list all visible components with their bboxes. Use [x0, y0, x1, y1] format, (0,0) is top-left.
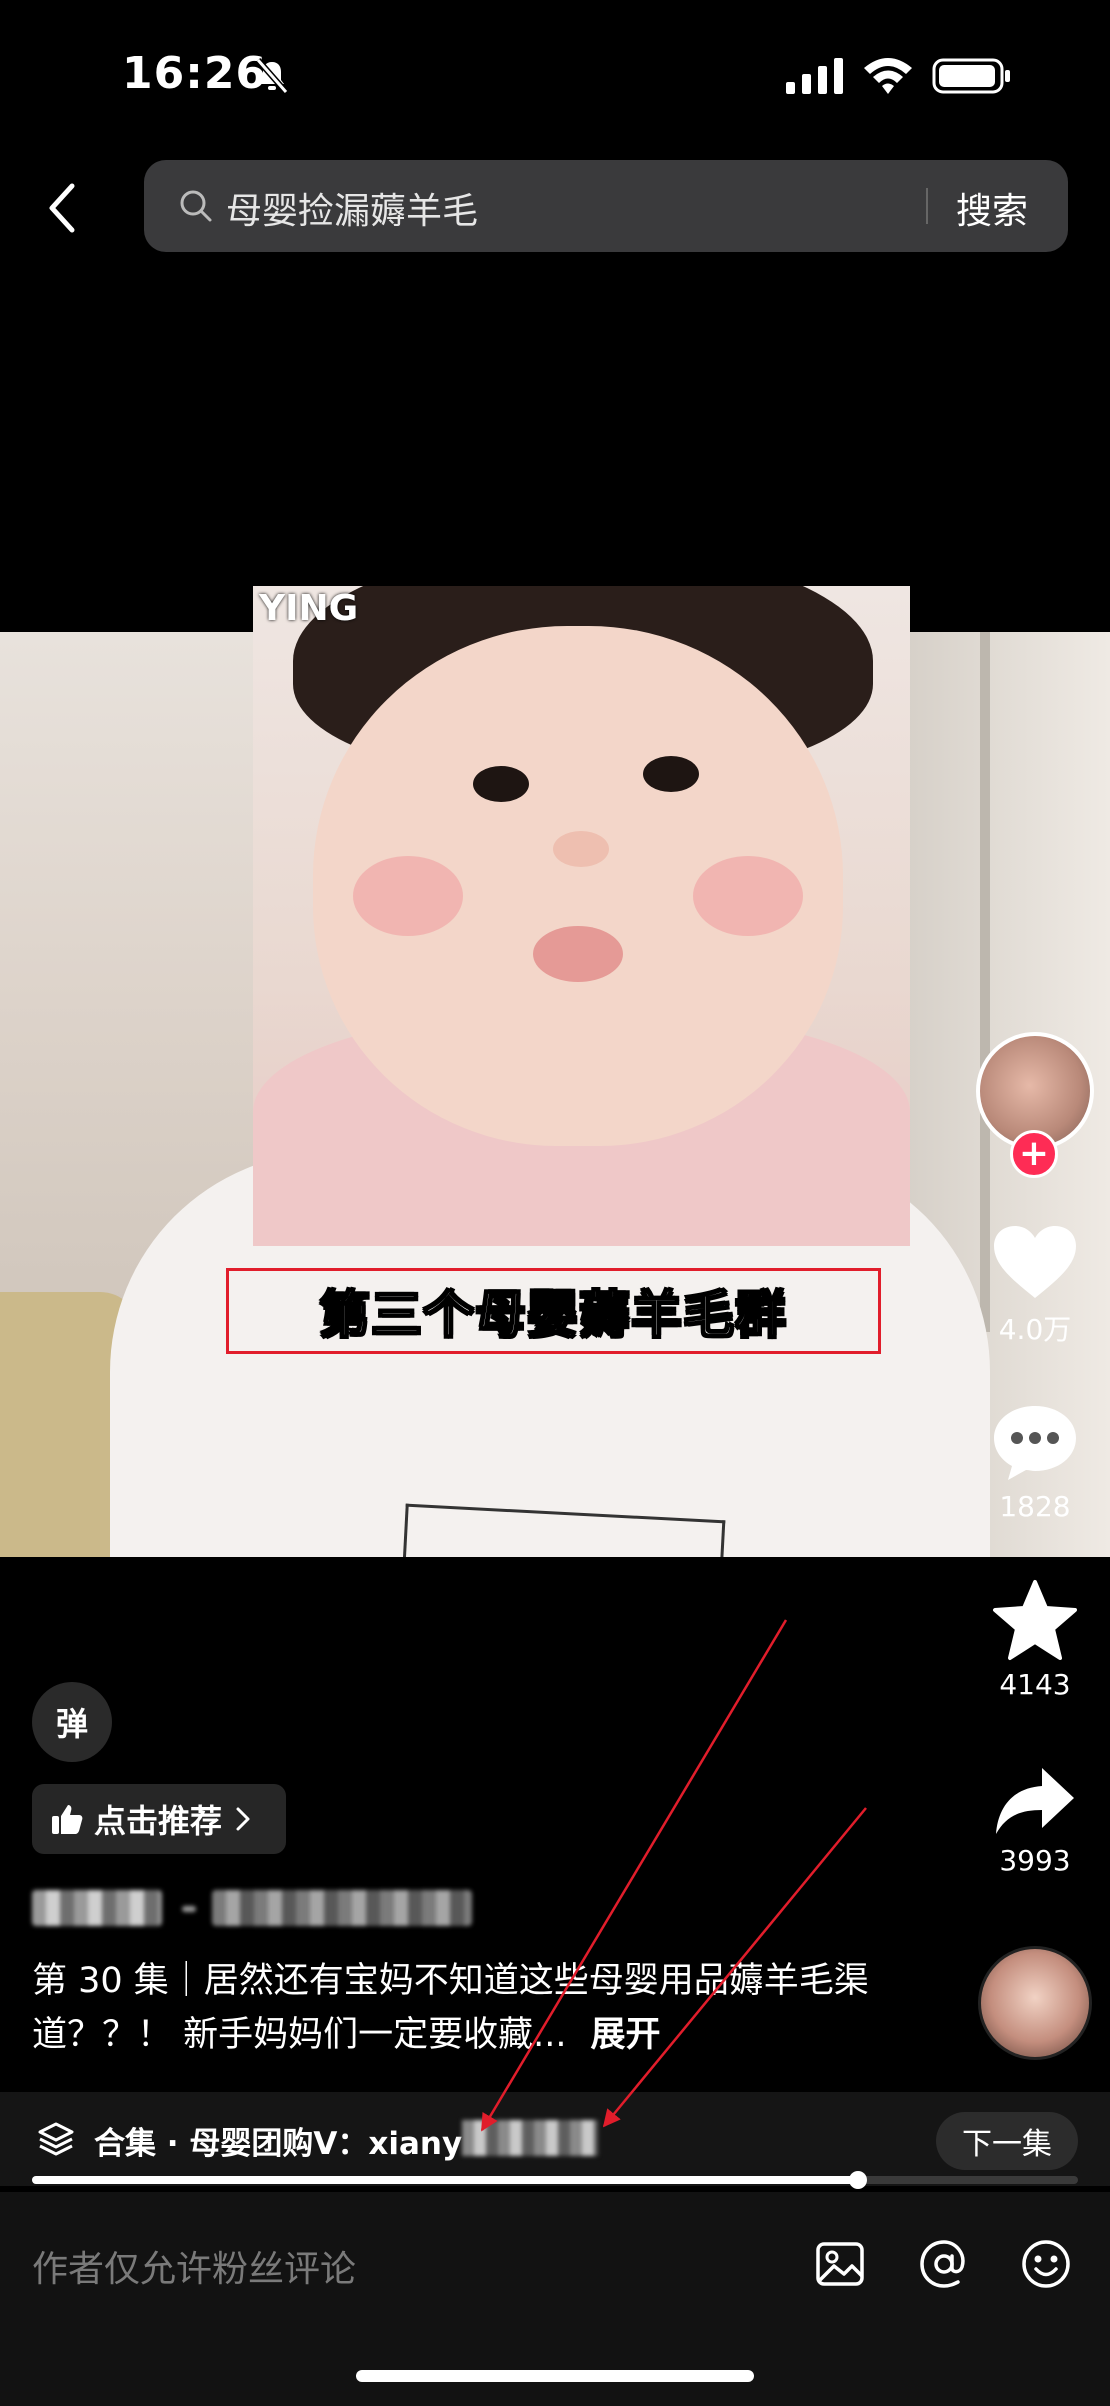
- star-icon: [993, 1580, 1077, 1660]
- baby-cheek-right: [693, 856, 803, 936]
- baby-eye-right: [643, 756, 699, 792]
- share-arrow-icon: [996, 1768, 1074, 1834]
- baby-eye-left: [473, 766, 529, 802]
- video-progress-fill: [32, 2176, 859, 2184]
- image-icon[interactable]: [812, 2236, 868, 2292]
- status-bar: 16:26: [0, 0, 1110, 150]
- collection-handle-mosaic: [462, 2120, 598, 2156]
- back-button[interactable]: [36, 176, 92, 240]
- comment-icon: [994, 1406, 1076, 1480]
- search-query: 母婴捡漏薅羊毛: [226, 191, 479, 232]
- like-count: 4.0万: [998, 1313, 1072, 1346]
- at-mention-icon[interactable]: [916, 2236, 972, 2292]
- emoji-icon[interactable]: [1018, 2236, 1074, 2292]
- search-input[interactable]: 母婴捡漏薅羊毛 搜索: [144, 160, 1068, 252]
- home-indicator[interactable]: [356, 2370, 754, 2382]
- share-count: 3993: [999, 1844, 1071, 1877]
- music-avatar[interactable]: [978, 1946, 1092, 2060]
- recommend-label: 点击推荐: [94, 1802, 223, 1840]
- search-divider: [926, 188, 928, 224]
- expand-button[interactable]: 展开: [591, 2015, 661, 2055]
- video-description[interactable]: 第 30 集｜居然还有宝妈不知道这些母婴用品薅羊毛渠道？？！ 新手妈妈们一定要收…: [32, 1954, 932, 2062]
- thumbs-up-icon: [52, 1805, 83, 1834]
- video-caption-box: 第三个母婴薅羊毛群: [226, 1268, 881, 1354]
- status-time: 16:26: [122, 48, 268, 99]
- collection-bar[interactable]: 合集 · 母婴团购V：xiany 下一集: [0, 2092, 1110, 2186]
- layers-icon: [38, 2122, 74, 2156]
- cellular-signal-icon: [786, 58, 843, 94]
- chevron-right-icon: [236, 1807, 250, 1831]
- comment-button[interactable]: 1828: [975, 1402, 1095, 1523]
- search-icon: [180, 190, 212, 222]
- video-watermark: YING: [259, 588, 359, 629]
- favorite-button[interactable]: 4143: [975, 1578, 1095, 1701]
- video-inset-frame: YING: [253, 586, 910, 1246]
- author-name-mosaic: [32, 1890, 162, 1926]
- wifi-icon: [864, 58, 912, 94]
- recommend-button[interactable]: 点击推荐: [32, 1784, 286, 1854]
- share-button[interactable]: 3993: [975, 1764, 1095, 1877]
- next-episode-button[interactable]: 下一集: [936, 2112, 1078, 2170]
- author-name-blurred[interactable]: [32, 1886, 472, 1930]
- baby-mouth: [533, 926, 623, 982]
- danmu-toggle-button[interactable]: 弹: [32, 1682, 112, 1762]
- video-progress-bar[interactable]: [32, 2171, 1078, 2189]
- baby-face: [313, 626, 843, 1146]
- favorite-count: 4143: [999, 1668, 1071, 1701]
- video-progress-handle[interactable]: [849, 2171, 868, 2189]
- search-button[interactable]: 搜索: [956, 182, 1028, 234]
- comment-input[interactable]: 作者仅允许粉丝评论: [32, 2240, 356, 2292]
- battery-icon: [932, 58, 1010, 94]
- comment-count: 1828: [999, 1490, 1071, 1523]
- heart-icon: [994, 1226, 1076, 1298]
- follow-button[interactable]: +: [1010, 1130, 1058, 1178]
- baby-nose: [553, 831, 609, 867]
- baby-cheek-left: [353, 856, 463, 936]
- author-date-mosaic: [212, 1890, 472, 1926]
- video-caption: 第三个母婴薅羊毛群: [319, 1285, 788, 1345]
- bell-muted-icon: [255, 58, 289, 94]
- author-separator-mosaic: [182, 1906, 196, 1912]
- collection-label: 合集 · 母婴团购V：xiany: [94, 2126, 463, 2162]
- description-text: 第 30 集｜居然还有宝妈不知道这些母婴用品薅羊毛渠道？？！ 新手妈妈们一定要收…: [32, 1961, 869, 2055]
- like-button[interactable]: 4.0万: [975, 1222, 1095, 1348]
